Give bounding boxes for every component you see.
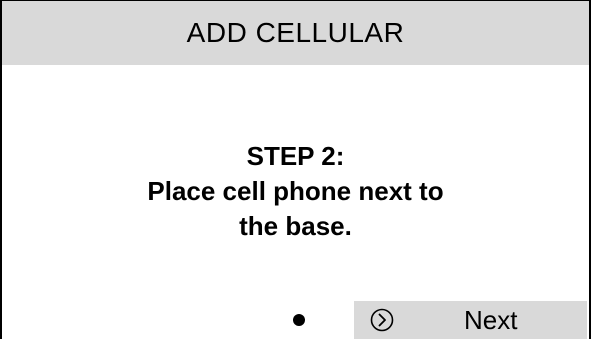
instruction-line-1: Place cell phone next to <box>147 176 444 206</box>
page-indicator-dot <box>293 314 305 326</box>
circle-chevron-right-icon <box>370 308 394 332</box>
next-softkey-button[interactable]: Next <box>354 301 587 339</box>
add-cellular-screen: ADD CELLULAR STEP 2: Place cell phone ne… <box>0 0 591 339</box>
screen-title: ADD CELLULAR <box>186 17 405 48</box>
next-label: Next <box>464 305 518 335</box>
instruction-message: STEP 2: Place cell phone next to the bas… <box>2 139 589 244</box>
title-bar: ADD CELLULAR <box>2 1 589 65</box>
instruction-line-2: the base. <box>239 211 352 241</box>
step-heading: STEP 2: <box>246 141 345 171</box>
